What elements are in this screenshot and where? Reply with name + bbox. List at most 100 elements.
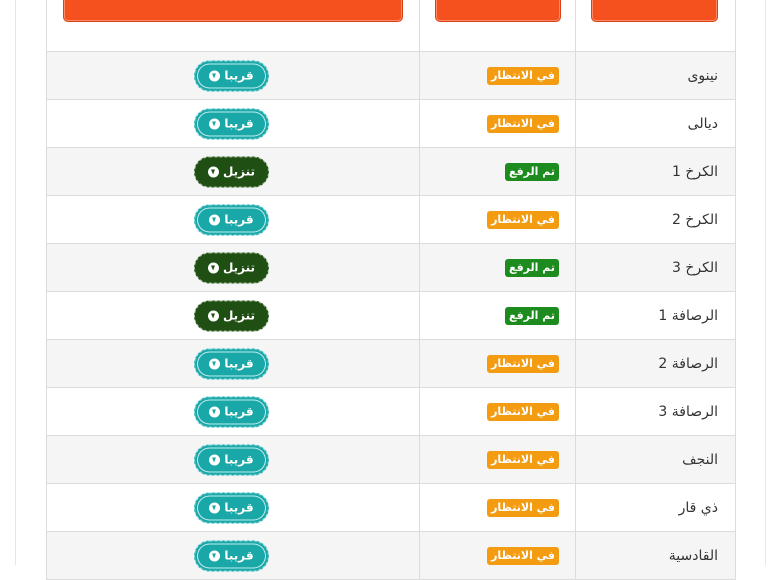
table-row: قريبا في الانتظار ذي قار <box>47 484 735 532</box>
header-status-button[interactable] <box>435 0 561 22</box>
arrow-circle-down-icon <box>209 118 221 129</box>
arrow-circle-down-icon <box>207 310 219 321</box>
status-cell: في الانتظار <box>419 484 575 531</box>
directorate-name: الكرخ 1 <box>671 163 718 180</box>
table-header-row <box>47 0 735 52</box>
status-cell: في الانتظار <box>419 340 575 387</box>
download-button[interactable]: تنزيل <box>194 252 269 283</box>
action-cell: تنزيل <box>47 148 419 195</box>
table-row: قريبا في الانتظار الرصافة 2 <box>47 340 735 388</box>
coming-soon-button[interactable]: قريبا <box>194 492 269 523</box>
table-row: قريبا في الانتظار النجف <box>47 436 735 484</box>
header-name-button[interactable] <box>591 0 718 22</box>
action-cell: قريبا <box>47 340 419 387</box>
coming-soon-button[interactable]: قريبا <box>194 396 269 427</box>
action-cell: قريبا <box>47 100 419 147</box>
directorate-name: ديالى <box>687 115 718 132</box>
name-cell: الكرخ 3 <box>575 244 734 291</box>
status-badge: في الانتظار <box>487 210 559 229</box>
status-badge: في الانتظار <box>487 546 559 565</box>
table-body: قريبا في الانتظار نينوى قريبا في الانتظار ديا… <box>47 52 735 580</box>
directorate-name: النجف <box>682 451 718 468</box>
status-badge: في الانتظار <box>487 114 559 133</box>
directorate-name: الرصافة 1 <box>658 307 718 324</box>
coming-soon-button[interactable]: قريبا <box>194 204 269 235</box>
arrow-circle-down-icon <box>207 166 219 177</box>
action-cell: قريبا <box>47 196 419 243</box>
download-button[interactable]: تنزيل <box>194 300 269 331</box>
table-row: قريبا في الانتظار نينوى <box>47 52 735 100</box>
status-cell: في الانتظار <box>419 532 575 579</box>
directorate-name: الكرخ 2 <box>671 211 718 228</box>
header-cell-action <box>47 0 419 51</box>
table-row: قريبا في الانتظار ديالى <box>47 100 735 148</box>
coming-soon-button[interactable]: قريبا <box>194 108 269 139</box>
status-badge: في الانتظار <box>487 354 559 373</box>
name-cell: ديالى <box>575 100 734 147</box>
status-cell: في الانتظار <box>419 436 575 483</box>
status-badge: تم الرفع <box>504 306 559 325</box>
status-cell: تم الرفع <box>419 244 575 291</box>
action-cell: قريبا <box>47 52 419 99</box>
directorate-name: الرصافة 2 <box>658 355 718 372</box>
status-badge: في الانتظار <box>487 66 559 85</box>
name-cell: الرصافة 3 <box>575 388 734 435</box>
table-row: تنزيل تم الرفع الكرخ 3 <box>47 244 735 292</box>
coming-soon-button[interactable]: قريبا <box>194 540 269 571</box>
action-label: قريبا <box>224 356 254 371</box>
coming-soon-button[interactable]: قريبا <box>194 60 269 91</box>
status-cell: في الانتظار <box>419 100 575 147</box>
header-cell-status <box>419 0 575 51</box>
coming-soon-button[interactable]: قريبا <box>194 444 269 475</box>
download-button[interactable]: تنزيل <box>194 156 269 187</box>
action-label: تنزيل <box>222 164 256 179</box>
table-row: تنزيل تم الرفع الرصافة 1 <box>47 292 735 340</box>
status-badge: في الانتظار <box>487 450 559 469</box>
table-row: تنزيل تم الرفع الكرخ 1 <box>47 148 735 196</box>
coming-soon-button[interactable]: قريبا <box>194 348 269 379</box>
files-table: قريبا في الانتظار نينوى قريبا في الانتظار ديا… <box>46 0 736 580</box>
action-cell: تنزيل <box>47 292 419 339</box>
arrow-circle-down-icon <box>209 502 221 513</box>
action-label: تنزيل <box>222 308 256 323</box>
arrow-circle-down-icon <box>209 214 221 225</box>
status-badge: في الانتظار <box>487 498 559 517</box>
action-label: قريبا <box>224 212 254 227</box>
status-badge: تم الرفع <box>504 162 559 181</box>
action-label: قريبا <box>224 500 254 515</box>
name-cell: ذي قار <box>575 484 734 531</box>
action-label: قريبا <box>224 116 254 131</box>
action-label: تنزيل <box>222 260 256 275</box>
arrow-circle-down-icon <box>209 454 221 465</box>
action-cell: قريبا <box>47 388 419 435</box>
name-cell: النجف <box>575 436 734 483</box>
arrow-circle-down-icon <box>209 550 221 561</box>
table-row: قريبا في الانتظار الكرخ 2 <box>47 196 735 244</box>
action-label: قريبا <box>224 404 254 419</box>
name-cell: القادسية <box>575 532 734 579</box>
name-cell: الكرخ 2 <box>575 196 734 243</box>
name-cell: الكرخ 1 <box>575 148 734 195</box>
status-badge: في الانتظار <box>487 402 559 421</box>
header-cell-name <box>575 0 734 51</box>
status-cell: تم الرفع <box>419 292 575 339</box>
name-cell: الرصافة 2 <box>575 340 734 387</box>
table-row: قريبا في الانتظار الرصافة 3 <box>47 388 735 436</box>
action-cell: قريبا <box>47 484 419 531</box>
arrow-circle-down-icon <box>207 262 219 273</box>
status-cell: تم الرفع <box>419 148 575 195</box>
action-label: قريبا <box>224 548 254 563</box>
status-cell: في الانتظار <box>419 388 575 435</box>
name-cell: الرصافة 1 <box>575 292 734 339</box>
directorate-name: نينوى <box>687 67 718 84</box>
header-action-button[interactable] <box>63 0 403 22</box>
arrow-circle-down-icon <box>209 406 221 417</box>
directorate-name: الرصافة 3 <box>658 403 718 420</box>
action-cell: قريبا <box>47 436 419 483</box>
directorate-name: الكرخ 3 <box>671 259 718 276</box>
arrow-circle-down-icon <box>209 70 221 81</box>
name-cell: نينوى <box>575 52 734 99</box>
action-cell: تنزيل <box>47 244 419 291</box>
table-row: قريبا في الانتظار القادسية <box>47 532 735 580</box>
directorate-name: ذي قار <box>678 499 718 516</box>
